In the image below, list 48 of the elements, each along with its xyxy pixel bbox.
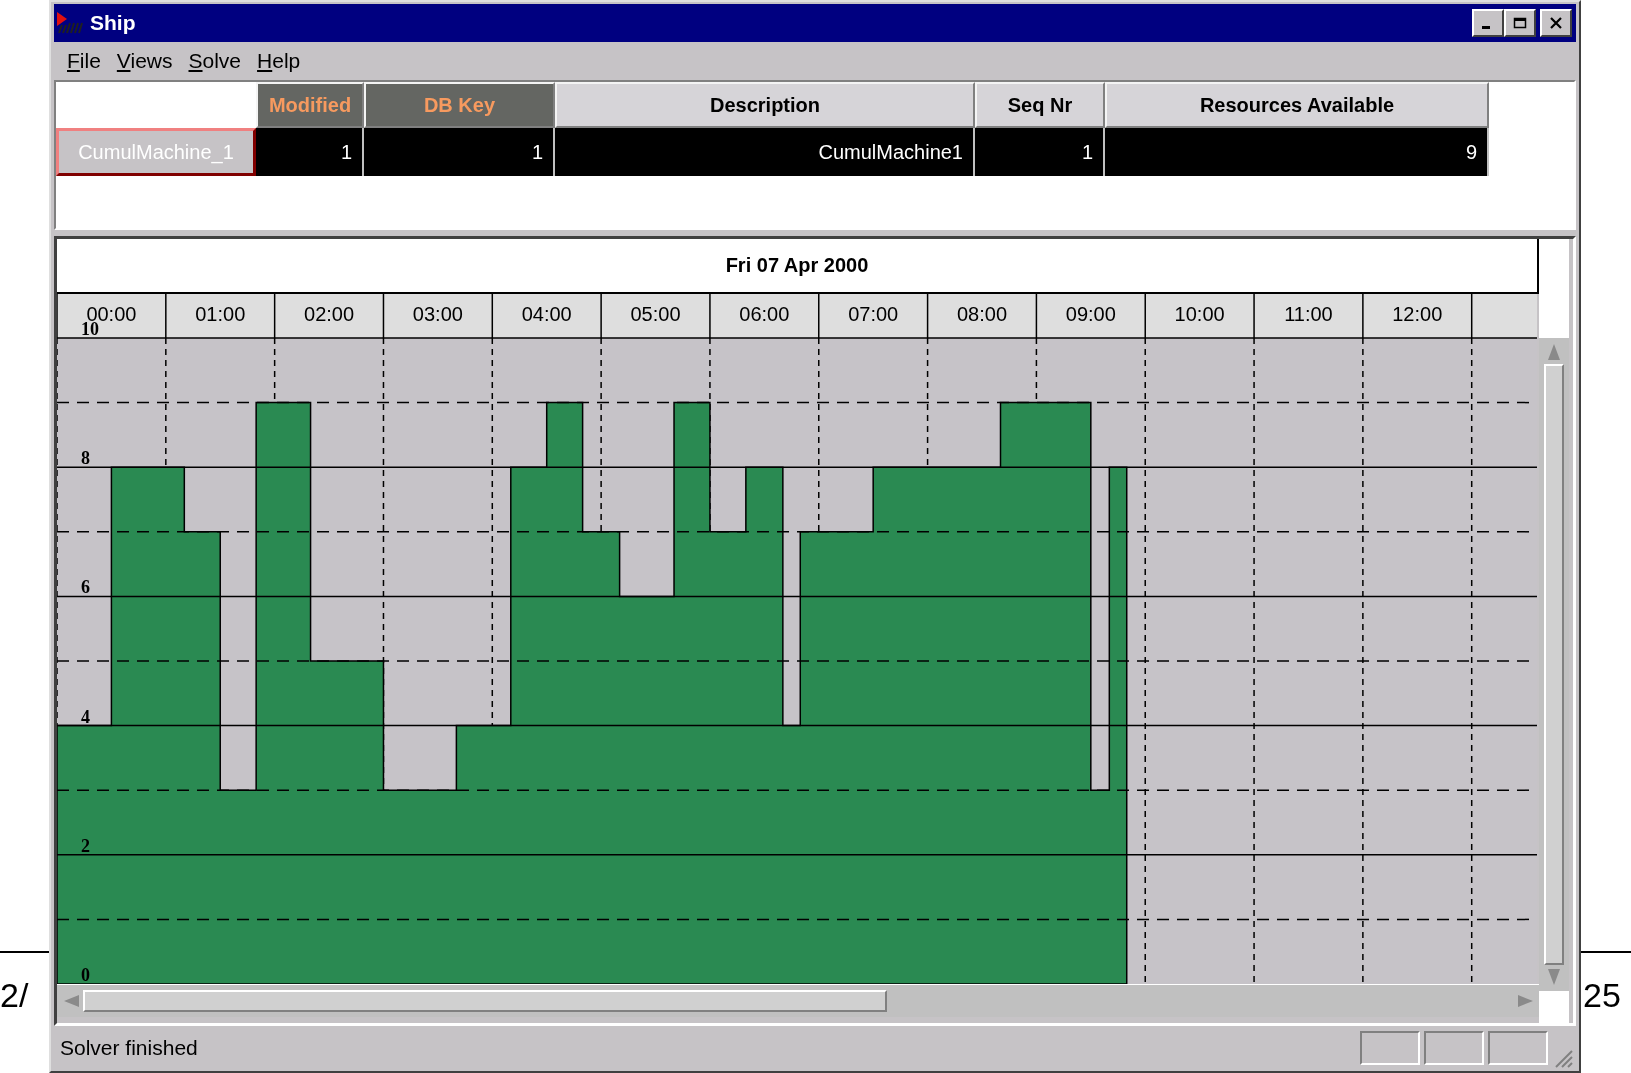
time-label: 03:00	[412, 303, 463, 325]
axis-label: 0	[81, 965, 90, 984]
menu-item[interactable]: Views	[109, 49, 180, 73]
time-label: 08:00	[956, 303, 1008, 325]
menu-item[interactable]: File	[60, 49, 108, 73]
menu-item[interactable]: Solve	[181, 49, 249, 73]
date-header: Fri 07 Apr 2000	[57, 239, 1539, 294]
time-label: 09:00	[1065, 303, 1116, 325]
minimize-button[interactable]	[1472, 9, 1504, 37]
close-icon	[1549, 17, 1563, 29]
time-label: 04:00	[521, 303, 572, 325]
time-label: 11:00	[1284, 303, 1333, 325]
table-cell: 9	[1105, 128, 1489, 176]
menu-item[interactable]: Help	[250, 49, 308, 73]
table-cell: CumulMachine1	[555, 128, 975, 176]
horizontal-scrollbar[interactable]	[57, 984, 1539, 1017]
axis-label: 2	[81, 835, 90, 856]
table-cell: 1	[975, 128, 1105, 176]
minimize-icon	[1482, 26, 1490, 29]
time-label: 07:00	[848, 303, 899, 325]
time-label: 12:00	[1392, 303, 1443, 325]
axis-label: 6	[81, 577, 90, 598]
time-label: 05:00	[630, 303, 681, 325]
status-panel	[1488, 1030, 1548, 1065]
scroll-thumb[interactable]	[83, 990, 887, 1012]
window-title: Ship	[90, 11, 136, 35]
time-label: 06:00	[739, 303, 790, 325]
column-header[interactable]: Description	[555, 82, 975, 128]
scroll-thumb[interactable]	[1544, 364, 1564, 965]
status-panel	[1424, 1030, 1484, 1065]
page-text: 2/	[0, 975, 30, 1015]
maximize-icon	[1513, 17, 1527, 29]
axis-label: 8	[81, 448, 90, 469]
vertical-scrollbar[interactable]	[1539, 338, 1569, 991]
time-label: 01:00	[195, 303, 246, 325]
close-button[interactable]	[1540, 9, 1572, 37]
table-cell: 1	[364, 128, 555, 176]
status-panel	[1360, 1030, 1420, 1065]
maximize-button[interactable]	[1504, 9, 1536, 37]
axis-label: 4	[81, 706, 90, 727]
page-text: 25	[1583, 975, 1622, 1015]
status-text: Solver finished	[60, 1035, 198, 1060]
app-icon	[56, 11, 84, 35]
time-label: 10:00	[1174, 303, 1225, 325]
time-label: 02:00	[304, 303, 355, 325]
column-header[interactable]: Resources Available	[1105, 82, 1489, 128]
column-header[interactable]: Seq Nr	[975, 82, 1105, 128]
table-cell: 1	[256, 128, 364, 176]
